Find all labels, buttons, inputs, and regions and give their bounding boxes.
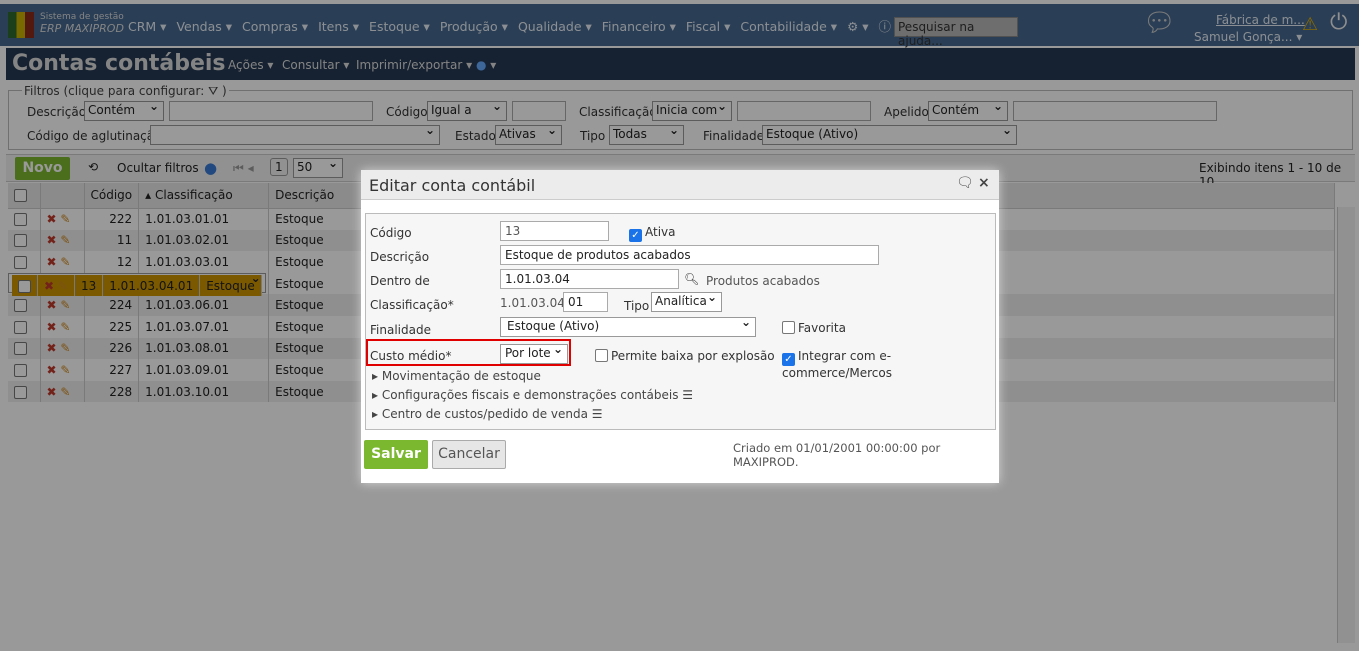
- notes-icon: ☰: [591, 407, 603, 421]
- dialog-title: Editar conta contábil: [369, 176, 536, 195]
- form-panel: Código 13 ✓ Ativa Descrição Estoque de pr…: [365, 213, 996, 430]
- tipo-label: Tipo: [624, 299, 650, 313]
- classificacao-input[interactable]: 01: [563, 292, 608, 312]
- classificacao-label: Classificação*: [370, 298, 454, 312]
- search-icon[interactable]: 🔍︎: [684, 272, 699, 286]
- tipo-select[interactable]: Analítica: [651, 290, 722, 312]
- section-centro-custos[interactable]: ▸ Centro de custos/pedido de venda ☰: [372, 407, 603, 421]
- dentro-label: Dentro de: [370, 274, 430, 288]
- section-fiscais[interactable]: ▸ Configurações fiscais e demonstrações …: [372, 388, 693, 402]
- integrar-checkbox[interactable]: ✓ Integrar com e-commerce/Mercos: [782, 349, 995, 380]
- notes-icon: ☰: [682, 388, 694, 402]
- comment-icon[interactable]: 🗨︎: [956, 175, 974, 191]
- close-icon[interactable]: ×: [978, 175, 990, 191]
- edit-account-dialog: Editar conta contábil 🗨︎ × Código 13 ✓ At…: [361, 170, 999, 483]
- dentro-input[interactable]: 1.01.03.04: [500, 269, 679, 289]
- ativa-checkbox[interactable]: ✓ Ativa: [629, 225, 676, 242]
- codigo-label: Código: [370, 226, 412, 240]
- dentro-nome: Produtos acabados: [706, 274, 820, 288]
- codigo-input[interactable]: 13: [500, 221, 609, 241]
- highlight-box: [366, 339, 571, 366]
- salvar-button[interactable]: Salvar: [364, 440, 428, 469]
- created-info: Criado em 01/01/2001 00:00:00 por MAXIPR…: [733, 441, 941, 469]
- finalidade-select[interactable]: Estoque (Ativo): [500, 315, 756, 337]
- baixa-explosao-checkbox[interactable]: Permite baixa por explosão: [595, 349, 775, 363]
- favorita-checkbox[interactable]: Favorita: [782, 321, 846, 335]
- cancelar-button[interactable]: Cancelar: [432, 440, 506, 469]
- classificacao-prefix: 1.01.03.04.: [500, 296, 569, 310]
- finalidade-label: Finalidade: [370, 323, 431, 337]
- section-movimentacao[interactable]: ▸ Movimentação de estoque: [372, 369, 541, 383]
- descricao-input[interactable]: Estoque de produtos acabados: [500, 245, 879, 265]
- descricao-label: Descrição: [370, 250, 430, 264]
